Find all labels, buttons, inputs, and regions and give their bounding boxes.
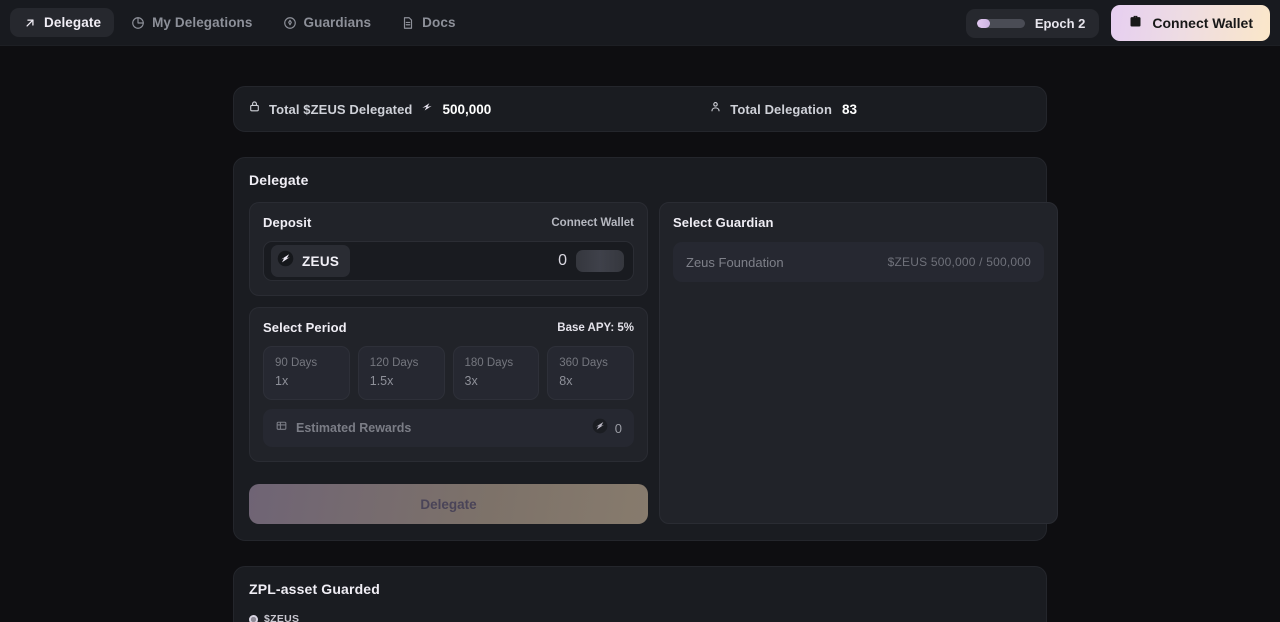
lightning-bolt-icon xyxy=(420,100,434,119)
period-days: 90 Days xyxy=(275,357,318,369)
rewards-value: 0 xyxy=(614,420,622,436)
delegate-panel-title: Delegate xyxy=(249,172,309,188)
stat-label: Total $ZEUS Delegated xyxy=(269,101,413,117)
period-option[interactable]: 120 Days 1.5x xyxy=(357,346,445,400)
period-header: Select Period Base APY: 5% xyxy=(263,320,634,335)
arrow-up-right-icon xyxy=(23,16,37,30)
select-period-card: Select Period Base APY: 5% 90 Days 1x 12… xyxy=(249,307,648,462)
delegate-submit-button[interactable]: Delegate xyxy=(249,484,648,524)
gift-icon xyxy=(275,419,288,437)
period-options: 90 Days 1x 120 Days 1.5x 180 Days 3x 360… xyxy=(263,346,634,400)
epoch-label: Epoch 2 xyxy=(1034,15,1086,31)
user-icon xyxy=(709,100,722,118)
nav-item-my-delegations[interactable]: My Delegations xyxy=(118,8,265,37)
epoch-indicator[interactable]: Epoch 2 xyxy=(965,8,1100,38)
rewards-label: Estimated Rewards xyxy=(296,421,412,435)
period-title: Select Period xyxy=(263,320,347,335)
stat-value: 83 xyxy=(842,101,858,117)
primary-nav: Delegate My Delegations Guardians Docs xyxy=(10,8,469,37)
period-days: 120 Days xyxy=(369,357,419,369)
delegate-left-column: Deposit Connect Wallet ZEUS 0 Select Per… xyxy=(249,202,648,524)
epoch-progress-bar xyxy=(976,18,1025,28)
pie-chart-icon xyxy=(131,16,145,30)
connect-wallet-label: Connect Wallet xyxy=(1152,15,1253,31)
base-apy-note: Base APY: 5% xyxy=(557,321,634,334)
guardian-allocation: $ZEUS 500,000 / 500,000 xyxy=(887,255,1031,269)
deposit-input-row: ZEUS 0 xyxy=(263,241,634,281)
deposit-amount-input[interactable]: 0 xyxy=(558,252,567,270)
shield-check-icon xyxy=(283,16,297,30)
guardian-list-item[interactable]: Zeus Foundation $ZEUS 500,000 / 500,000 xyxy=(673,242,1044,282)
period-days: 180 Days xyxy=(464,357,514,369)
delegate-grid: Deposit Connect Wallet ZEUS 0 Select Per… xyxy=(249,202,1058,524)
stat-total-delegation: Total Delegation 83 xyxy=(709,100,857,118)
delegate-panel: Delegate Deposit Connect Wallet ZEUS 0 S… xyxy=(233,157,1058,541)
wallet-icon xyxy=(1128,14,1143,32)
zeus-bolt-icon xyxy=(592,418,608,439)
content-container: Total $ZEUS Delegated 500,000 Total Dele… xyxy=(233,46,1058,622)
connect-wallet-button[interactable]: Connect Wallet xyxy=(1111,5,1270,41)
zeus-token: 500,000 xyxy=(420,100,491,119)
legend-label: $ZEUS xyxy=(264,613,300,622)
document-icon xyxy=(401,16,415,30)
period-option[interactable]: 180 Days 3x xyxy=(452,346,540,400)
nav-label: Guardians xyxy=(303,15,372,30)
legend-dot-icon xyxy=(249,614,258,622)
period-multiplier: 8x xyxy=(559,374,573,388)
navbar-actions: Epoch 2 Connect Wallet xyxy=(965,0,1270,46)
zeus-bolt-icon xyxy=(277,250,294,272)
period-multiplier: 1.5x xyxy=(369,374,394,388)
token-name: ZEUS xyxy=(302,253,340,269)
nav-item-delegate[interactable]: Delegate xyxy=(10,8,115,37)
stat-value: 500,000 xyxy=(442,101,492,117)
top-navbar: Delegate My Delegations Guardians Docs E… xyxy=(0,0,1280,46)
nav-label: Docs xyxy=(422,15,456,30)
stat-total-delegated: Total $ZEUS Delegated 500,000 xyxy=(248,100,491,119)
deposit-title: Deposit xyxy=(263,215,312,230)
period-days: 360 Days xyxy=(559,357,608,369)
deposit-header: Deposit Connect Wallet xyxy=(263,215,634,230)
page-content: Total $ZEUS Delegated 500,000 Total Dele… xyxy=(0,46,1280,622)
period-option[interactable]: 90 Days 1x xyxy=(263,346,350,400)
guardian-name: Zeus Foundation xyxy=(686,254,784,270)
deposit-connect-wallet-link[interactable]: Connect Wallet xyxy=(551,217,634,229)
period-option[interactable]: 360 Days 8x xyxy=(547,346,634,400)
lock-icon xyxy=(248,100,261,118)
rewards-label-group: Estimated Rewards xyxy=(275,419,411,437)
guardian-title: Select Guardian xyxy=(673,215,774,230)
zpl-panel-title: ZPL-asset Guarded xyxy=(249,581,380,597)
deposit-amount-area: 0 xyxy=(558,250,624,272)
stats-bar: Total $ZEUS Delegated 500,000 Total Dele… xyxy=(233,86,1047,132)
nav-item-guardians[interactable]: Guardians xyxy=(270,8,385,37)
rewards-value-group: 0 xyxy=(592,418,622,439)
nav-item-docs[interactable]: Docs xyxy=(388,8,468,37)
select-guardian-card: Select Guardian Zeus Foundation $ZEUS 50… xyxy=(659,202,1058,524)
deposit-card: Deposit Connect Wallet ZEUS 0 xyxy=(249,202,648,296)
stat-label: Total Delegation xyxy=(730,101,833,117)
balance-loading-skeleton xyxy=(576,250,624,272)
token-selector[interactable]: ZEUS xyxy=(271,245,351,277)
nav-label: Delegate xyxy=(44,15,102,30)
estimated-rewards-row: Estimated Rewards 0 xyxy=(263,409,634,447)
zpl-asset-guarded-panel: ZPL-asset Guarded $ZEUS xyxy=(233,566,1047,622)
period-multiplier: 1x xyxy=(275,374,289,388)
chart-legend: $ZEUS xyxy=(249,613,1031,622)
period-multiplier: 3x xyxy=(464,374,478,388)
nav-label: My Delegations xyxy=(152,15,253,30)
